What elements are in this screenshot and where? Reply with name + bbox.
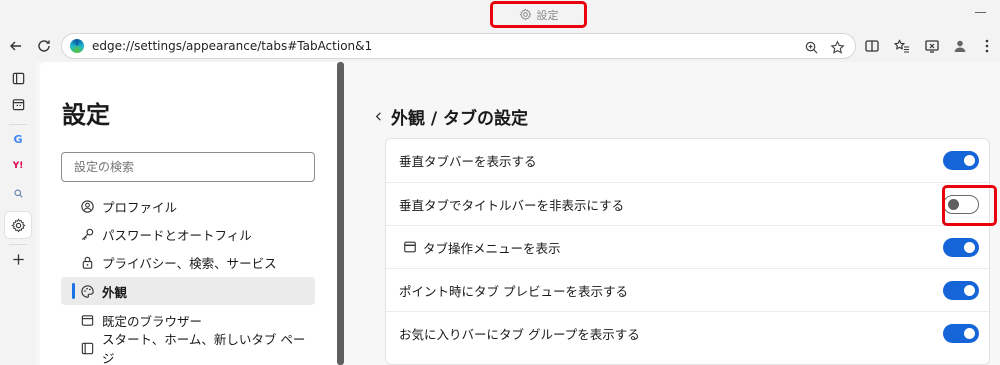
star-icon xyxy=(829,39,845,54)
toggle-switch[interactable] xyxy=(943,238,979,257)
chevron-left-icon xyxy=(375,111,381,121)
key-icon xyxy=(81,228,94,240)
screenshot-icon xyxy=(925,40,939,53)
workspaces-button[interactable] xyxy=(5,91,31,117)
settings-title: 設定 xyxy=(62,101,110,129)
search-icon xyxy=(14,189,23,198)
split-screen-icon xyxy=(865,40,879,52)
setting-row: タブ操作メニューを表示 xyxy=(386,225,989,268)
setting-row: ポイント時にタブ プレビューを表示する xyxy=(386,268,989,311)
setting-label: 垂直タブでタイトルバーを非表示にする xyxy=(399,197,625,213)
toggle-switch[interactable] xyxy=(943,324,979,343)
gear-icon xyxy=(11,218,25,232)
google-tab[interactable]: G xyxy=(5,126,31,152)
lock-icon xyxy=(82,256,93,269)
settings-tab[interactable] xyxy=(5,212,31,238)
nav-item-label: プライバシー、検索、サービス xyxy=(102,255,277,271)
back-link[interactable] xyxy=(372,109,384,123)
navigation-bar: edge://settings/appearance/tabs#TabActio… xyxy=(0,30,1000,62)
setting-label: タブ操作メニューを表示 xyxy=(423,240,561,256)
zoom-button[interactable] xyxy=(802,38,820,56)
zoom-icon xyxy=(805,41,818,54)
window-icon xyxy=(404,241,416,253)
setting-row: 垂直タブでタイトルバーを非表示にする xyxy=(386,182,989,225)
yahoo-tab[interactable]: Y! xyxy=(5,153,31,179)
toggle-switch[interactable] xyxy=(943,151,979,170)
avatar-icon xyxy=(954,40,966,52)
workspaces-icon xyxy=(12,98,24,110)
google-icon: G xyxy=(13,132,23,146)
sidebar-divider xyxy=(9,124,27,125)
nav-item-profile[interactable]: プロファイル xyxy=(61,192,315,220)
setting-row: 垂直タブバーを表示する xyxy=(386,139,989,182)
refresh-icon xyxy=(38,40,50,52)
search-tab[interactable] xyxy=(5,180,31,206)
tab-panel-icon xyxy=(12,72,24,84)
window-title-highlight: 設定 xyxy=(490,1,587,28)
nav-item-start-home[interactable]: スタート、ホーム、新しいタブ ページ xyxy=(61,332,315,365)
nav-scrollbar[interactable] xyxy=(337,62,344,365)
toggle-switch[interactable] xyxy=(943,281,979,300)
yahoo-icon: Y! xyxy=(12,161,24,171)
split-screen-button[interactable] xyxy=(860,34,884,58)
setting-label: ポイント時にタブ プレビューを表示する xyxy=(399,283,628,299)
toggle-highlight-box xyxy=(942,185,997,226)
new-tab-button[interactable] xyxy=(5,246,31,272)
page-title: 外観 / タブの設定 xyxy=(391,109,529,129)
title-bar: 設定 xyxy=(0,0,1000,30)
edge-logo-icon xyxy=(70,39,84,53)
browser-sidebar: G Y! xyxy=(0,62,36,365)
nav-item-label: 既定のブラウザー xyxy=(102,313,203,329)
arrow-left-icon xyxy=(10,41,21,51)
nav-item-passwords[interactable]: パスワードとオートフィル xyxy=(61,220,315,248)
nav-item-privacy[interactable]: プライバシー、検索、サービス xyxy=(61,248,315,276)
profile-button[interactable] xyxy=(948,34,972,58)
profile-icon xyxy=(81,199,94,213)
plus-icon xyxy=(12,253,24,265)
settings-search-input[interactable] xyxy=(61,152,315,182)
setting-label: お気に入りバーにタブ グループを表示する xyxy=(399,326,640,342)
browser-icon xyxy=(81,314,94,326)
more-vertical-icon xyxy=(985,39,989,53)
home-page-icon xyxy=(81,342,94,354)
screenshot-button[interactable] xyxy=(920,34,944,58)
main-content: 外観 / タブの設定 垂直タブバーを表示する 垂直タブでタイトルバーを非表示にす… xyxy=(344,62,1000,365)
gear-icon xyxy=(518,8,532,21)
nav-item-label: パスワードとオートフィル xyxy=(102,227,252,243)
favorites-list-icon xyxy=(894,39,909,53)
tab-actions-button[interactable] xyxy=(5,65,31,91)
nav-item-label: プロファイル xyxy=(102,199,178,215)
nav-item-label: スタート、ホーム、新しいタブ ページ xyxy=(102,332,306,365)
palette-icon xyxy=(81,284,94,298)
more-menu-button[interactable] xyxy=(975,34,999,58)
settings-nav-panel: 設定 プロファイル パスワードとオートフィル プライバシー、検索、サービス 外観… xyxy=(40,62,337,365)
refresh-button[interactable] xyxy=(32,34,56,58)
nav-item-label: 外観 xyxy=(102,284,128,300)
nav-item-appearance[interactable]: 外観 xyxy=(61,277,315,305)
url-text: edge://settings/appearance/tabs#TabActio… xyxy=(92,39,373,53)
minimize-button[interactable] xyxy=(975,12,986,13)
favorites-button[interactable] xyxy=(890,34,914,58)
back-button[interactable] xyxy=(4,34,28,58)
setting-label: 垂直タブバーを表示する xyxy=(399,154,537,169)
settings-card: 垂直タブバーを表示する 垂直タブでタイトルバーを非表示にする タブ操作メニューを… xyxy=(385,138,990,365)
favorite-button[interactable] xyxy=(828,38,846,56)
address-bar[interactable]: edge://settings/appearance/tabs#TabActio… xyxy=(61,33,856,59)
setting-row: お気に入りバーにタブ グループを表示する xyxy=(386,311,989,354)
window-title: 設定 xyxy=(536,8,559,22)
sidebar-divider xyxy=(9,244,27,245)
